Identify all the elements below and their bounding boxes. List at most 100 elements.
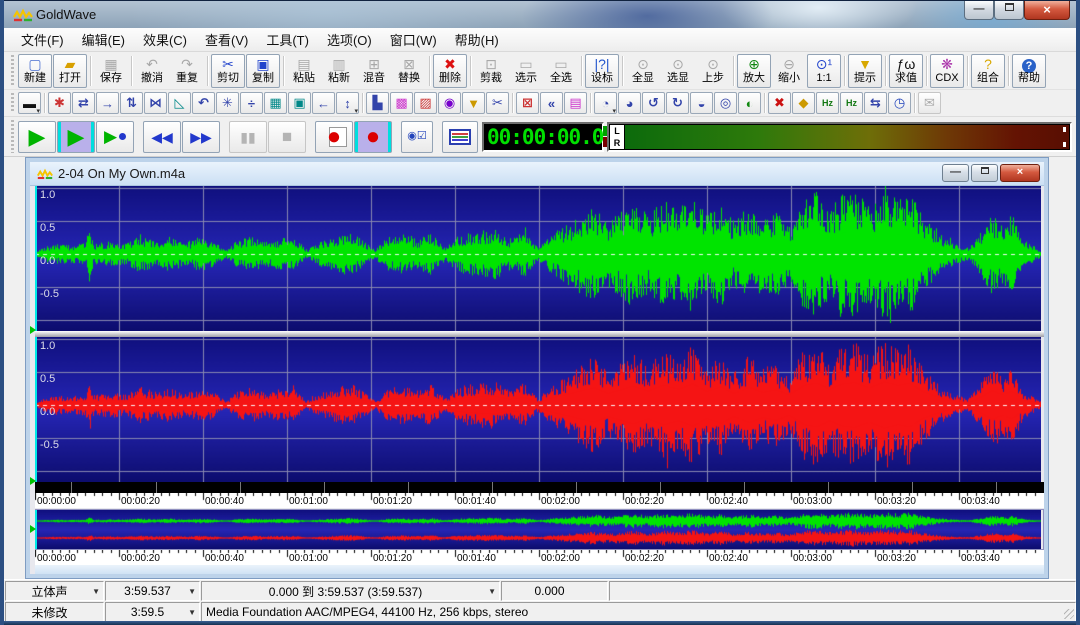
- right-channel-canvas[interactable]: [35, 337, 1041, 482]
- selection-bar[interactable]: [35, 482, 1044, 493]
- visual-properties-button[interactable]: [442, 121, 478, 153]
- menu-tools[interactable]: 工具(T): [257, 27, 318, 52]
- toolbar-grip[interactable]: [9, 93, 16, 113]
- document-title-bar[interactable]: 2-04 On My Own.m4a — ×: [30, 162, 1044, 186]
- status-file-length[interactable]: 3:59.537▼: [105, 581, 200, 601]
- toolbar-grip[interactable]: [9, 120, 16, 153]
- pan-split-button[interactable]: ◐: [738, 92, 761, 114]
- minimize-button[interactable]: —: [964, 1, 994, 20]
- toolbar-grip[interactable]: [9, 55, 16, 86]
- status-zoom-length[interactable]: 3:59.5▼: [105, 602, 200, 622]
- union-label: 组合: [977, 72, 999, 85]
- evaluate-button[interactable]: ƒω求值: [889, 54, 923, 88]
- level-meter[interactable]: L R: [607, 122, 1072, 152]
- doc-close-button[interactable]: ×: [1000, 164, 1040, 182]
- max-volume-button[interactable]: ◎: [714, 92, 737, 114]
- record-selection-button[interactable]: ●: [354, 121, 392, 153]
- control-wheel-button[interactable]: ✱: [48, 92, 71, 114]
- copy-button[interactable]: ▣复制: [246, 54, 280, 88]
- pitch-hz-button[interactable]: Hz: [816, 92, 839, 114]
- palette-bar-button[interactable]: ▤: [564, 92, 587, 114]
- menu-edit[interactable]: 编辑(E): [73, 27, 134, 52]
- mute-button[interactable]: ✖: [768, 92, 791, 114]
- doc-restore-button[interactable]: [971, 164, 998, 182]
- time-label: 00:03:40: [961, 553, 1000, 564]
- status-channel-mode[interactable]: 立体声▼: [5, 581, 104, 601]
- menu-file[interactable]: 文件(F): [12, 27, 73, 52]
- fade-out-button[interactable]: ↻: [666, 92, 689, 114]
- redo-button: ↷重复: [170, 54, 204, 88]
- channel-swap-button[interactable]: ▨: [414, 92, 437, 114]
- evaluate-label: 求值: [895, 72, 917, 85]
- play-selection-button[interactable]: ▶: [57, 121, 95, 153]
- delete-button[interactable]: ✖删除: [433, 54, 467, 88]
- invert-button[interactable]: ↶: [192, 92, 215, 114]
- overview-strip[interactable]: [35, 509, 1044, 550]
- rewind-tool-button[interactable]: «: [540, 92, 563, 114]
- doc-minimize-button[interactable]: —: [942, 164, 969, 182]
- rewind-button[interactable]: ◀◀: [143, 121, 181, 153]
- cut-button[interactable]: ✂剪切: [211, 54, 245, 88]
- menu-effects[interactable]: 效果(C): [134, 27, 196, 52]
- new-button[interactable]: ▢新建: [18, 54, 52, 88]
- volume-knob-button[interactable]: ◔▾: [594, 92, 617, 114]
- offset-button[interactable]: ÷: [240, 92, 263, 114]
- zoom-in-button[interactable]: ⊕放大: [737, 54, 771, 88]
- swap-channels-button[interactable]: ⇆: [864, 92, 887, 114]
- help-button[interactable]: ?帮助: [1012, 54, 1046, 88]
- restore-button[interactable]: [994, 1, 1024, 20]
- fast-forward-button[interactable]: ▶▶: [182, 121, 220, 153]
- gain-knob-button[interactable]: ◕: [618, 92, 641, 114]
- hints-button[interactable]: ▼提示: [848, 54, 882, 88]
- right-channel-waveform[interactable]: 1.00.50.0-0.5: [35, 337, 1044, 482]
- play-from-marker-button[interactable]: ▶: [96, 121, 134, 153]
- mechanize-button[interactable]: ✳: [216, 92, 239, 114]
- marker-diamond-button[interactable]: ◆: [792, 92, 815, 114]
- zoom-1-1-button[interactable]: ⊙¹1:1: [807, 54, 841, 88]
- menu-help[interactable]: 帮助(H): [446, 27, 508, 52]
- resample-hz-button[interactable]: Hz: [840, 92, 863, 114]
- menu-window[interactable]: 窗口(W): [381, 27, 446, 52]
- set-marker-button[interactable]: |?|设标: [585, 54, 619, 88]
- resize-grip[interactable]: [1064, 609, 1074, 619]
- playback-device-button[interactable]: ▬▾: [18, 92, 41, 114]
- stairs-button[interactable]: ▙: [366, 92, 389, 114]
- status-selection-range[interactable]: 0.000 到 3:59.537 (3:59.537)▼: [201, 581, 500, 601]
- record-new-button[interactable]: ●: [315, 121, 353, 153]
- menu-view[interactable]: 查看(V): [196, 27, 257, 52]
- open-button[interactable]: ▰打开: [53, 54, 87, 88]
- stretch-button[interactable]: ↕▾: [336, 92, 359, 114]
- menu-options[interactable]: 选项(O): [318, 27, 381, 52]
- dynamics-button[interactable]: ⇅: [120, 92, 143, 114]
- close-button[interactable]: ×: [1024, 1, 1070, 20]
- overview-time-ruler[interactable]: 00:00:0000:00:2000:00:4000:01:0000:01:20…: [35, 550, 1044, 565]
- goto-end-button[interactable]: →: [96, 92, 119, 114]
- channel-mixer-button[interactable]: ▩: [390, 92, 413, 114]
- play-button[interactable]: ▶: [18, 121, 56, 153]
- status-spare: [609, 581, 1076, 601]
- selection-start-marker[interactable]: [35, 186, 37, 331]
- overview-canvas[interactable]: [35, 510, 1041, 549]
- spectrum-eye-button[interactable]: ◉: [438, 92, 461, 114]
- time-label: 00:03:40: [961, 496, 1000, 507]
- cdx-button[interactable]: ❋CDX: [930, 54, 964, 88]
- control-properties-button[interactable]: ◉☑: [401, 121, 433, 153]
- splice-button[interactable]: ✂: [486, 92, 509, 114]
- noise-gate-button[interactable]: ⊠: [516, 92, 539, 114]
- nav-left-button[interactable]: ←: [312, 92, 335, 114]
- timer-button[interactable]: ◷: [888, 92, 911, 114]
- shape-ramp-button[interactable]: ◺: [168, 92, 191, 114]
- expression-button[interactable]: ⇄: [72, 92, 95, 114]
- previous-zoom-label: 上步: [702, 72, 724, 85]
- hints-drop-button[interactable]: ▼: [462, 92, 485, 114]
- selection-start-marker[interactable]: [35, 337, 37, 482]
- left-channel-waveform[interactable]: 1.00.50.0-0.5: [35, 186, 1044, 331]
- doppler-button[interactable]: ⋈: [144, 92, 167, 114]
- union-button[interactable]: ?组合: [971, 54, 1005, 88]
- fade-in-button[interactable]: ↺: [642, 92, 665, 114]
- frame-resize-button[interactable]: ▣: [288, 92, 311, 114]
- time-ruler[interactable]: 00:00:0000:00:2000:00:4000:01:0000:01:20…: [35, 493, 1044, 508]
- left-channel-canvas[interactable]: [35, 186, 1041, 331]
- filter-matrix-button[interactable]: ▦: [264, 92, 287, 114]
- match-volume-button[interactable]: ◒: [690, 92, 713, 114]
